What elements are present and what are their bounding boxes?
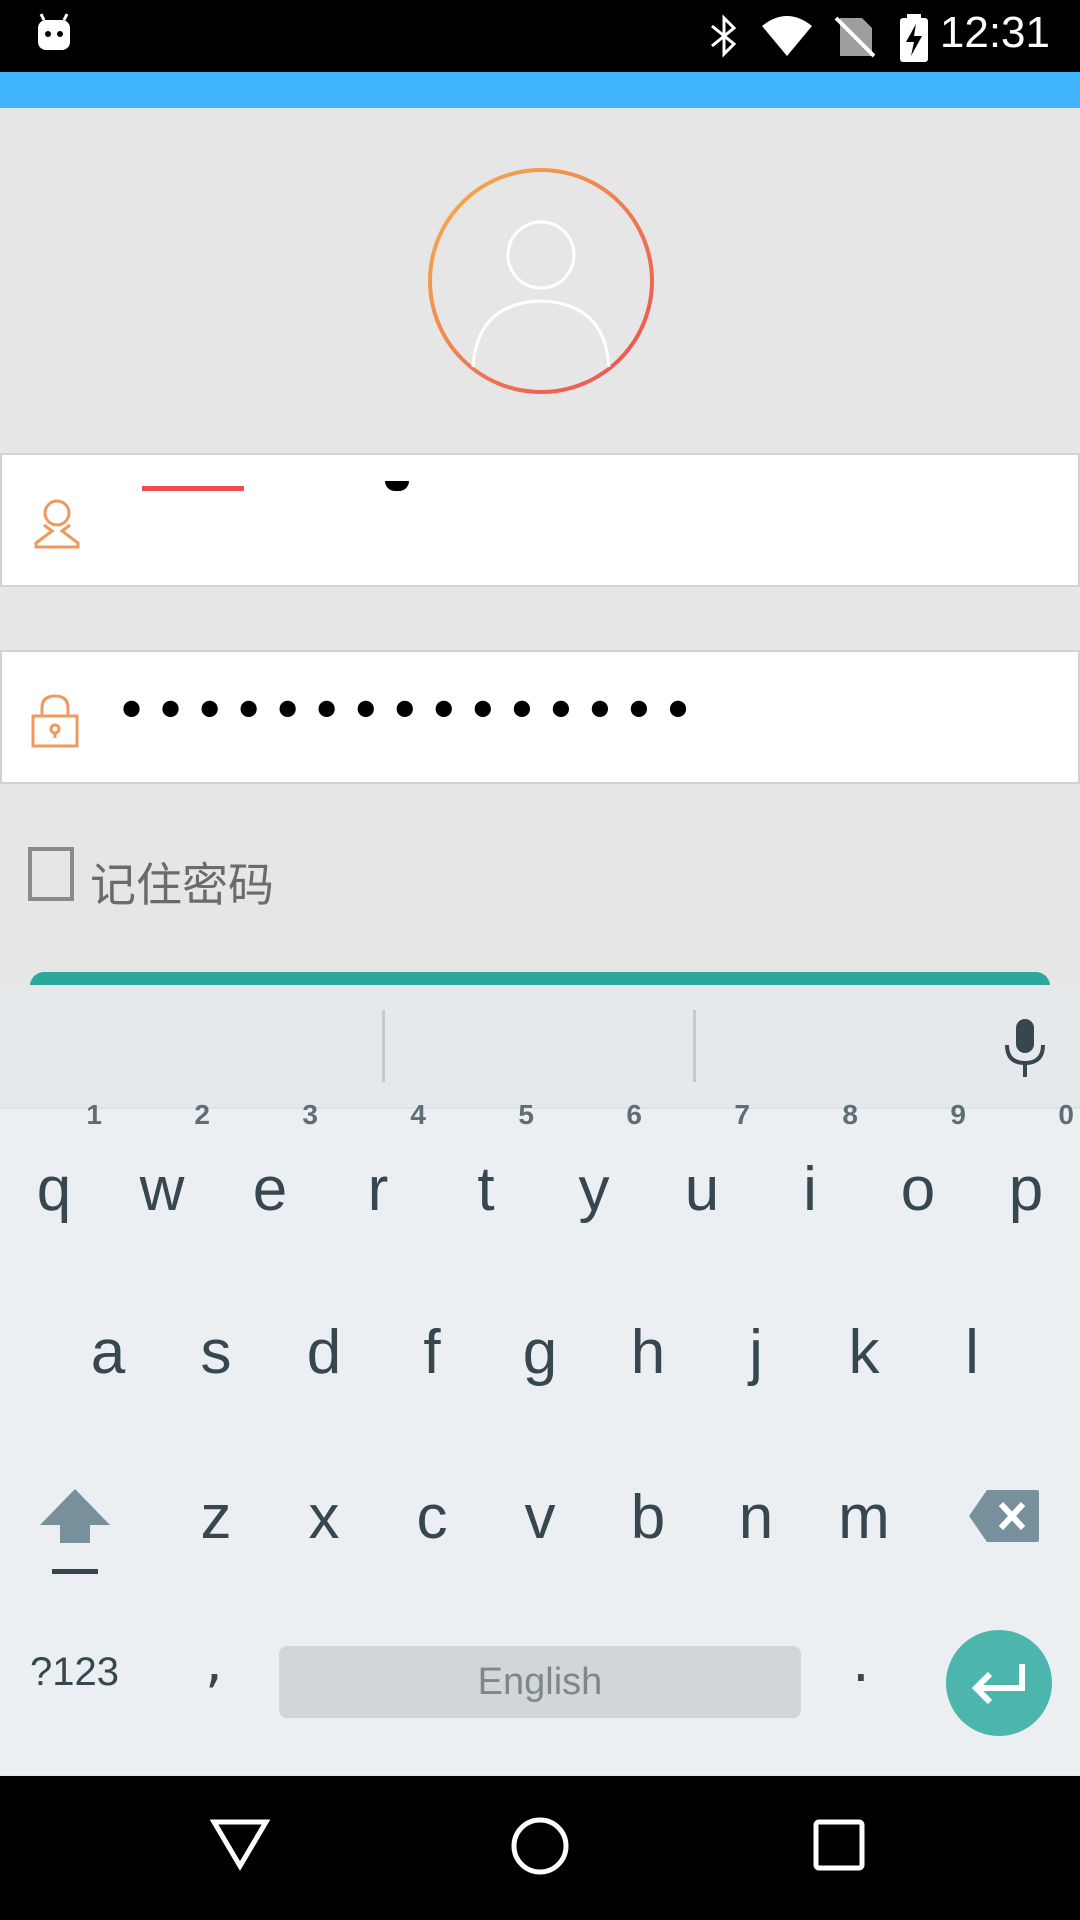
key-z[interactable]: z — [162, 1463, 270, 1573]
key-label: r — [367, 1155, 389, 1224]
no-sim-icon — [834, 16, 876, 58]
key-number-hint: 6 — [626, 1099, 642, 1130]
remember-password-label[interactable]: 记住密码 — [90, 849, 274, 915]
suggestion-strip — [0, 985, 1080, 1109]
input-focus-underline — [142, 486, 244, 491]
key-label: q — [36, 1155, 72, 1224]
enter-key[interactable] — [946, 1630, 1052, 1736]
password-field[interactable]: ••••••••••••••• — [0, 650, 1080, 784]
period-key[interactable]: . — [852, 1630, 870, 1695]
key-number-hint: 3 — [302, 1099, 318, 1130]
key-s[interactable]: s — [162, 1298, 270, 1408]
remember-password-checkbox[interactable] — [28, 847, 74, 901]
key-j[interactable]: j — [702, 1298, 810, 1408]
key-number-hint: 4 — [410, 1099, 426, 1130]
key-label: t — [477, 1155, 495, 1224]
status-clock: 12:31 — [939, 8, 1050, 57]
enter-arrow-icon — [971, 1664, 1025, 1705]
key-e[interactable]: 3e — [216, 1099, 324, 1245]
key-r[interactable]: 4r — [324, 1099, 432, 1245]
key-k[interactable]: k — [810, 1298, 918, 1408]
key-u[interactable]: 7u — [648, 1099, 756, 1245]
suggestion-divider — [382, 1010, 385, 1082]
recents-nav-icon[interactable] — [812, 1818, 868, 1874]
key-x[interactable]: x — [270, 1463, 378, 1573]
key-number-hint: 5 — [518, 1099, 534, 1130]
key-d[interactable]: d — [270, 1298, 378, 1408]
avatar-icon[interactable] — [427, 167, 655, 395]
key-f[interactable]: f — [378, 1298, 486, 1408]
key-label: u — [684, 1155, 720, 1224]
lock-icon — [31, 694, 79, 748]
text-cursor-handle[interactable] — [385, 481, 409, 491]
key-h[interactable]: h — [594, 1298, 702, 1408]
backspace-key-icon[interactable] — [967, 1488, 1041, 1544]
suggestion-divider — [693, 1010, 696, 1082]
username-field[interactable] — [0, 453, 1080, 587]
comma-key[interactable]: , — [205, 1630, 223, 1695]
key-label: e — [252, 1155, 288, 1224]
key-q[interactable]: 1q — [0, 1099, 108, 1245]
key-label: i — [803, 1155, 817, 1224]
microphone-icon[interactable] — [1002, 1017, 1048, 1081]
bluetooth-icon — [711, 14, 737, 58]
key-number-hint: 0 — [1058, 1099, 1074, 1130]
status-bar: 12:31 — [0, 0, 1080, 72]
battery-charging-icon — [900, 14, 928, 62]
password-input[interactable]: ••••••••••••••• — [115, 682, 700, 742]
symbols-key[interactable]: ?123 — [30, 1650, 119, 1695]
key-i[interactable]: 8i — [756, 1099, 864, 1245]
navigation-bar — [0, 1776, 1080, 1920]
key-label: y — [578, 1155, 610, 1224]
key-m[interactable]: m — [810, 1463, 918, 1573]
key-number-hint: 7 — [734, 1099, 750, 1130]
key-w[interactable]: 2w — [108, 1099, 216, 1245]
key-label: p — [1008, 1155, 1044, 1224]
header-accent-strip — [0, 72, 1080, 108]
key-c[interactable]: c — [378, 1463, 486, 1573]
key-label: w — [139, 1155, 185, 1224]
key-p[interactable]: 0p — [972, 1099, 1080, 1245]
key-number-hint: 8 — [842, 1099, 858, 1130]
key-o[interactable]: 9o — [864, 1099, 972, 1245]
android-debug-icon — [38, 13, 70, 50]
key-number-hint: 1 — [86, 1099, 102, 1130]
key-number-hint: 9 — [950, 1099, 966, 1130]
key-g[interactable]: g — [486, 1298, 594, 1408]
user-icon — [34, 499, 80, 549]
shift-key-icon[interactable] — [38, 1487, 112, 1577]
back-nav-icon[interactable] — [210, 1816, 270, 1872]
key-n[interactable]: n — [702, 1463, 810, 1573]
key-label: o — [900, 1155, 936, 1224]
key-v[interactable]: v — [486, 1463, 594, 1573]
key-l[interactable]: l — [918, 1298, 1026, 1408]
key-a[interactable]: a — [54, 1298, 162, 1408]
key-b[interactable]: b — [594, 1463, 702, 1573]
space-bar[interactable]: English — [279, 1646, 801, 1718]
key-y[interactable]: 6y — [540, 1099, 648, 1245]
home-nav-icon[interactable] — [510, 1816, 570, 1876]
key-number-hint: 2 — [194, 1099, 210, 1130]
wifi-icon — [762, 16, 812, 56]
key-t[interactable]: 5t — [432, 1099, 540, 1245]
